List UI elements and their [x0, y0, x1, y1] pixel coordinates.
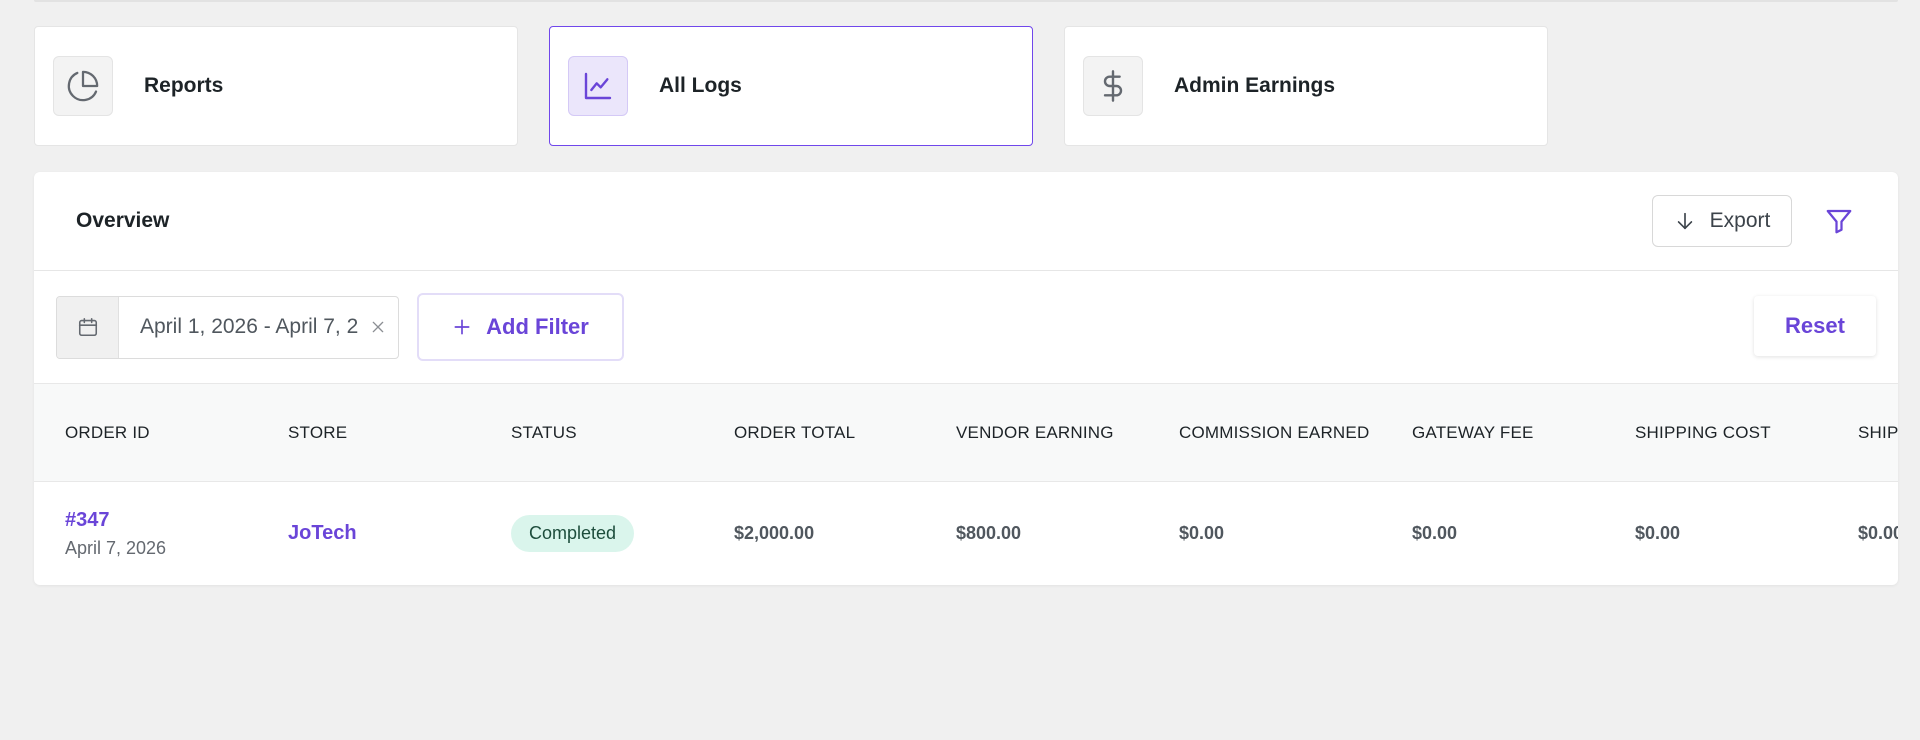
commission-earned-cell: $0.00 — [1179, 523, 1225, 543]
column-header-shipping[interactable]: SHIPPING — [1858, 384, 1898, 481]
date-range-value: April 1, 2026 - April 7, 2026 — [140, 315, 358, 338]
column-header-store[interactable]: STORE — [288, 384, 347, 481]
nav-card-label: Reports — [144, 74, 224, 97]
vendor-earning-cell: $800.00 — [956, 523, 1022, 543]
column-header-order-id[interactable]: ORDER ID — [65, 384, 150, 481]
add-filter-button[interactable]: Add Filter — [417, 293, 624, 361]
shipping-cell: $0.00 — [1858, 523, 1898, 543]
calendar-icon — [57, 296, 119, 358]
gateway-fee-cell: $0.00 — [1412, 523, 1458, 543]
table-header: ORDER ID STORE STATUS ORDER TOTAL VENDOR… — [34, 383, 1898, 482]
nav-card-all-logs[interactable]: All Logs — [549, 26, 1033, 146]
column-header-status[interactable]: STATUS — [511, 384, 577, 481]
status-badge: Completed — [511, 515, 635, 552]
overview-panel: Overview Export April 1, 2026 - April 7,… — [34, 172, 1898, 585]
table-row: #347 April 7, 2026 JoTech Completed $2,0… — [34, 482, 1898, 585]
close-icon[interactable] — [358, 319, 398, 335]
add-filter-label: Add Filter — [486, 314, 589, 339]
top-strip — [34, 0, 1898, 2]
nav-card-label: All Logs — [659, 74, 742, 97]
dollar-icon — [1083, 56, 1143, 116]
plus-icon — [454, 319, 470, 335]
header-actions: Export — [1652, 195, 1856, 247]
filter-bar: April 1, 2026 - April 7, 2026 Add Filter… — [34, 271, 1898, 383]
reset-button[interactable]: Reset — [1754, 296, 1876, 356]
nav-card-label: Admin Earnings — [1174, 74, 1336, 97]
panel-header: Overview Export — [34, 172, 1898, 271]
column-header-vendor-earning[interactable]: VENDOR EARNING — [956, 384, 1114, 481]
filter-icon — [1826, 209, 1852, 234]
store-cell: JoTech — [288, 482, 357, 585]
column-header-order-total[interactable]: ORDER TOTAL — [734, 384, 855, 481]
status-cell: Completed — [511, 482, 635, 585]
order-id-link[interactable]: #347 — [65, 509, 110, 532]
filter-button[interactable] — [1822, 204, 1856, 238]
column-header-commission-earned[interactable]: COMMISSION EARNED — [1179, 384, 1369, 481]
column-header-shipping-cost[interactable]: SHIPPING COST — [1635, 384, 1771, 481]
order-total-cell: $2,000.00 — [734, 523, 815, 543]
nav-card-reports[interactable]: Reports — [34, 26, 518, 146]
shipping-cost-cell: $0.00 — [1635, 523, 1681, 543]
export-button[interactable]: Export — [1652, 195, 1792, 247]
arrow-down-icon — [1677, 212, 1692, 230]
line-chart-icon — [568, 56, 628, 116]
date-range-picker[interactable]: April 1, 2026 - April 7, 2026 — [56, 295, 399, 359]
order-cell: #347 April 7, 2026 — [65, 482, 166, 585]
report-nav: Reports All Logs Admin Earnings — [34, 26, 1548, 146]
pie-chart-icon — [53, 56, 113, 116]
order-date: April 7, 2026 — [65, 537, 167, 558]
nav-card-admin-earnings[interactable]: Admin Earnings — [1064, 26, 1548, 146]
column-header-gateway-fee[interactable]: GATEWAY FEE — [1412, 384, 1534, 481]
export-label: Export — [1709, 209, 1771, 232]
store-link[interactable]: JoTech — [288, 522, 357, 545]
page-title: Overview — [76, 209, 170, 232]
